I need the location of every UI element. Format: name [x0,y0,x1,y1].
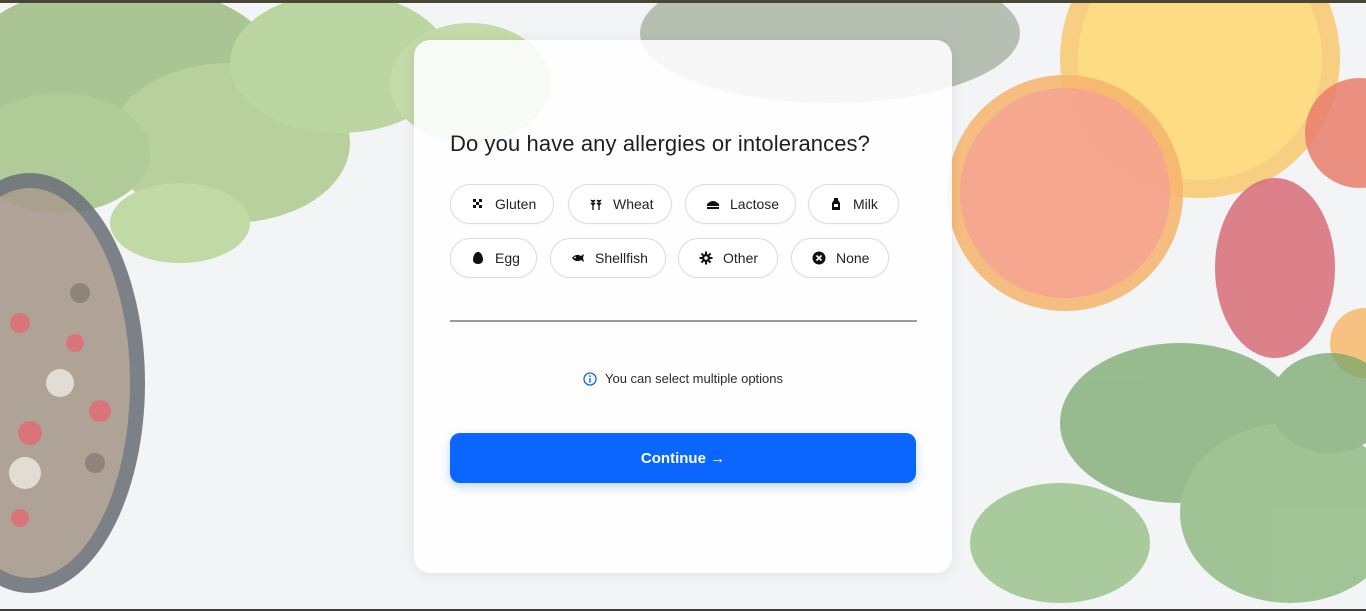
allergy-question-card: Do you have any allergies or intolerance… [414,40,952,573]
option-egg-chip[interactable]: Egg [450,238,537,278]
option-label: Milk [853,196,878,212]
option-label: Wheat [613,196,654,212]
divider [450,320,917,322]
info-icon [583,371,597,386]
wheat-icon [589,197,603,211]
option-none-chip[interactable]: None [791,238,889,278]
multi-select-hint: You can select multiple options [414,371,952,386]
hint-text: You can select multiple options [604,371,784,386]
option-milk-chip[interactable]: Milk [808,184,899,224]
milk-icon [829,197,843,211]
option-label: Shellfish [595,250,648,266]
close-circle-icon [812,251,826,265]
egg-icon [471,251,485,265]
option-gluten-chip[interactable]: Gluten [450,184,554,224]
option-label: Other [723,250,759,266]
option-label: Egg [495,250,520,266]
option-shellfish-chip[interactable]: Shellfish [550,238,666,278]
question-title: Do you have any allergies or intolerance… [450,131,870,156]
option-wheat-chip[interactable]: Wheat [568,184,672,224]
option-other-chip[interactable]: Other [678,238,778,278]
fish-icon [571,251,585,265]
gear-icon [699,251,713,265]
option-label: None [836,250,870,266]
option-label: Gluten [495,196,537,212]
gluten-icon [471,197,485,211]
option-label: Lactose [730,196,780,212]
continue-button[interactable]: Continue → [450,433,916,483]
lactose-icon [706,197,720,211]
option-lactose-chip[interactable]: Lactose [685,184,796,224]
